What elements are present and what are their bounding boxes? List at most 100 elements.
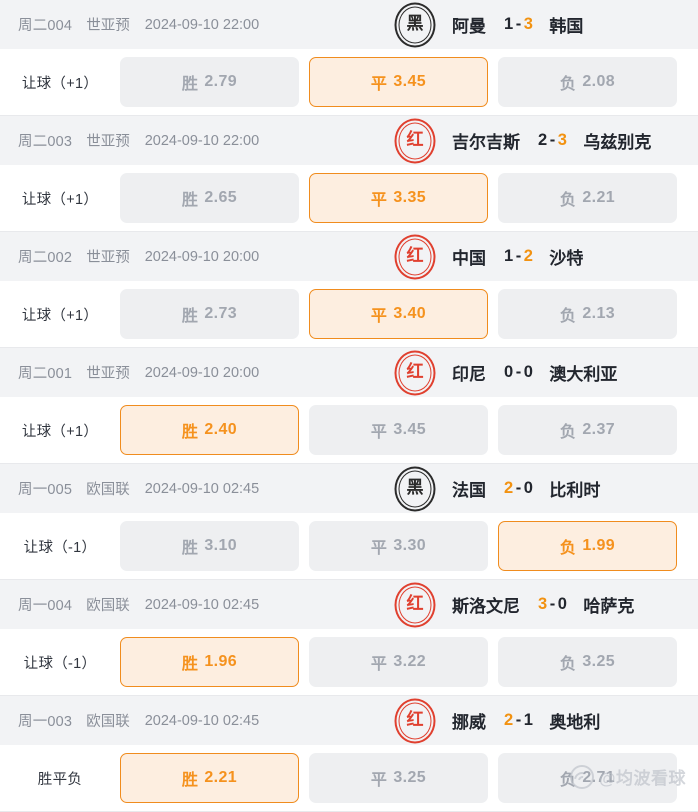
away-team-name: 澳大利亚 — [549, 365, 618, 384]
match-row: 周二002 世亚预 2024-09-10 20:00 红 中国 1-2 沙特 让… — [0, 232, 698, 348]
odds-button-draw[interactable]: 平 3.45 — [309, 57, 488, 107]
odds-value: 2.71 — [582, 769, 616, 786]
odds-button-win[interactable]: 胜 1.96 — [120, 637, 299, 687]
odds-label: 负 — [559, 76, 577, 93]
odds-row: 让球（+1） 胜 2.73 平 3.40 负 2.13 — [0, 281, 698, 347]
match-score: 1-3 — [504, 15, 533, 34]
match-meta: 周一005 欧国联 2024-09-10 02:45 — [0, 478, 259, 499]
odds-buttons: 胜 3.10 平 3.30 负 1.99 — [120, 521, 698, 571]
home-score: 1 — [504, 15, 514, 33]
odds-row: 让球（-1） 胜 1.96 平 3.22 负 3.25 — [0, 629, 698, 695]
match-id: 周一005 — [18, 482, 73, 498]
odds-button-win[interactable]: 胜 2.79 — [120, 57, 299, 107]
odds-button-lose[interactable]: 负 2.08 — [498, 57, 677, 107]
odds-label: 胜 — [181, 308, 199, 325]
match-teams: 红 挪威 2-1 奥地利 — [392, 696, 600, 745]
match-teams: 黑 法国 2-0 比利时 — [392, 464, 600, 513]
odds-value: 2.21 — [582, 189, 616, 206]
away-team-name: 哈萨克 — [583, 597, 635, 616]
home-team-name: 斯洛文尼 — [452, 597, 520, 616]
match-header: 周一004 欧国联 2024-09-10 02:45 红 斯洛文尼 3-0 哈萨… — [0, 580, 698, 629]
odds-button-draw[interactable]: 平 3.35 — [309, 173, 488, 223]
odds-label: 胜 — [181, 192, 199, 209]
away-team-name: 比利时 — [549, 481, 601, 500]
odds-label: 平 — [370, 656, 388, 673]
match-score: 0-0 — [504, 363, 533, 382]
odds-value: 2.37 — [582, 421, 616, 438]
odds-row: 让球（+1） 胜 2.40 平 3.45 负 2.37 — [0, 397, 698, 463]
match-id: 周一003 — [18, 714, 73, 730]
match-row: 周二004 世亚预 2024-09-10 22:00 黑 阿曼 1-3 韩国 让… — [0, 0, 698, 116]
odds-button-draw[interactable]: 平 3.30 — [309, 521, 488, 571]
odds-label: 负 — [559, 656, 577, 673]
odds-label: 胜 — [181, 656, 199, 673]
red-seal-icon: 红 — [392, 234, 438, 280]
match-time: 2024-09-10 22:00 — [144, 16, 260, 33]
odds-value: 3.25 — [582, 653, 616, 670]
home-team-name: 挪威 — [452, 713, 486, 732]
home-score: 0 — [504, 363, 514, 381]
score-dash: - — [515, 363, 522, 381]
odds-value: 3.40 — [393, 305, 427, 322]
seal-char: 黑 — [406, 478, 424, 498]
seal-char: 红 — [406, 246, 424, 266]
match-id: 周二004 — [18, 18, 73, 34]
match-meta: 周一004 欧国联 2024-09-10 02:45 — [0, 594, 259, 615]
away-score: 0 — [523, 479, 534, 497]
red-seal-icon: 红 — [392, 350, 438, 396]
home-score: 2 — [504, 711, 514, 729]
odds-button-lose[interactable]: 负 3.25 — [498, 637, 677, 687]
odds-buttons: 胜 2.79 平 3.45 负 2.08 — [120, 57, 698, 107]
odds-button-lose[interactable]: 负 2.37 — [498, 405, 677, 455]
odds-button-draw[interactable]: 平 3.45 — [309, 405, 488, 455]
match-row: 周二001 世亚预 2024-09-10 20:00 红 印尼 0-0 澳大利亚… — [0, 348, 698, 464]
score-dash: - — [515, 479, 522, 497]
home-team-name: 法国 — [452, 481, 486, 500]
odds-value: 3.35 — [393, 189, 427, 206]
odds-button-lose[interactable]: 负 1.99 — [498, 521, 677, 571]
odds-value: 1.96 — [204, 653, 238, 670]
odds-button-win[interactable]: 胜 2.21 — [120, 753, 299, 803]
odds-button-draw[interactable]: 平 3.40 — [309, 289, 488, 339]
match-score: 2-1 — [504, 711, 533, 730]
match-time: 2024-09-10 02:45 — [144, 712, 260, 729]
odds-button-lose[interactable]: 负 2.71 — [498, 753, 677, 803]
match-league: 世亚预 — [86, 18, 130, 34]
match-row: 周一003 欧国联 2024-09-10 02:45 红 挪威 2-1 奥地利 … — [0, 696, 698, 812]
odds-value: 2.08 — [582, 73, 616, 90]
match-teams: 红 斯洛文尼 3-0 哈萨克 — [392, 580, 634, 629]
score-dash: - — [515, 247, 522, 265]
handicap-label: 让球（+1） — [21, 423, 99, 440]
away-score: 3 — [557, 131, 568, 149]
seal-char: 黑 — [406, 14, 424, 34]
odds-button-lose[interactable]: 负 2.21 — [498, 173, 677, 223]
odds-button-win[interactable]: 胜 2.65 — [120, 173, 299, 223]
red-seal-icon: 红 — [392, 698, 438, 744]
match-score: 2-3 — [538, 131, 567, 150]
match-row: 周一004 欧国联 2024-09-10 02:45 红 斯洛文尼 3-0 哈萨… — [0, 580, 698, 696]
match-meta: 周二002 世亚预 2024-09-10 20:00 — [0, 246, 259, 267]
match-header: 周一005 欧国联 2024-09-10 02:45 黑 法国 2-0 比利时 — [0, 464, 698, 513]
away-score: 1 — [523, 711, 534, 729]
handicap-label: 让球（-1） — [23, 539, 97, 556]
match-league: 世亚预 — [86, 250, 130, 266]
odds-button-lose[interactable]: 负 2.13 — [498, 289, 677, 339]
match-time: 2024-09-10 20:00 — [144, 248, 260, 265]
score-dash: - — [515, 15, 522, 33]
odds-buttons: 胜 2.73 平 3.40 负 2.13 — [120, 289, 698, 339]
match-teams: 红 中国 1-2 沙特 — [392, 232, 583, 281]
match-league: 欧国联 — [86, 714, 130, 730]
away-team-name: 乌兹别克 — [583, 133, 652, 152]
red-seal-icon: 红 — [392, 582, 438, 628]
odds-button-win[interactable]: 胜 2.73 — [120, 289, 299, 339]
match-time: 2024-09-10 22:00 — [144, 132, 260, 149]
away-team-name: 沙特 — [549, 249, 584, 268]
match-id: 周一004 — [18, 598, 73, 614]
odds-button-draw[interactable]: 平 3.22 — [309, 637, 488, 687]
odds-button-win[interactable]: 胜 2.40 — [120, 405, 299, 455]
odds-value: 3.25 — [393, 769, 427, 786]
odds-button-draw[interactable]: 平 3.25 — [309, 753, 488, 803]
odds-button-win[interactable]: 胜 3.10 — [120, 521, 299, 571]
odds-label: 胜 — [181, 76, 199, 93]
odds-row: 让球（+1） 胜 2.65 平 3.35 负 2.21 — [0, 165, 698, 231]
